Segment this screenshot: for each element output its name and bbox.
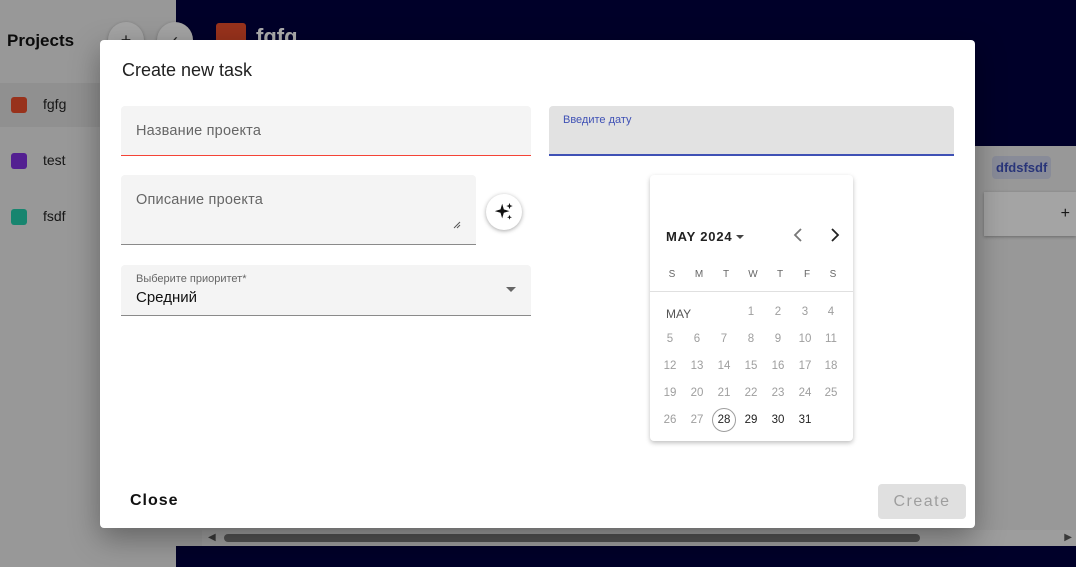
calendar-day: 21 [717,387,731,399]
ai-generate-button[interactable] [486,194,522,230]
task-name-field[interactable]: Название проекта [121,106,531,156]
create-task-dialog: Create new task Название проекта Описани… [100,40,975,528]
calendar-day: 1 [747,306,755,318]
task-name-placeholder: Название проекта [136,123,262,139]
calendar-day-today[interactable]: 28 [712,408,736,432]
weekday-label: M [694,269,704,280]
calendar-day: 13 [690,360,704,372]
calendar-day: 10 [798,333,812,345]
date-picker-calendar: MAY 2024 SMTWTFS MAY 1 2 3 4 5 6 7 8 9 10 11 12 13 14… [650,175,853,441]
calendar-day: 4 [827,306,835,318]
close-button[interactable]: Close [130,492,179,510]
calendar-day: 22 [744,387,758,399]
calendar-day: 6 [693,333,701,345]
calendar-day: 2 [774,306,782,318]
calendar-day: 19 [663,387,677,399]
date-input[interactable]: Введите дату [549,106,954,156]
calendar-divider [650,291,853,292]
dialog-title: Create new task [122,60,253,80]
calendar-day: 5 [666,333,674,345]
weekday-label: S [829,269,837,280]
calendar-day: 16 [771,360,785,372]
calendar-period-button[interactable]: MAY 2024 [666,229,732,244]
calendar-day: 17 [798,360,812,372]
calendar-day: 3 [801,306,809,318]
calendar-day: 15 [744,360,758,372]
task-description-placeholder: Описание проекта [136,192,264,208]
calendar-day[interactable]: 31 [793,408,817,432]
calendar-day: 18 [824,360,838,372]
priority-select[interactable]: Выберите приоритет* Средний [121,265,531,316]
weekday-label: W [748,269,758,280]
calendar-day: 25 [824,387,838,399]
dropdown-arrow-icon[interactable] [506,287,516,292]
calendar-day: 11 [825,333,837,345]
weekday-label: F [803,269,811,280]
calendar-day: 8 [747,333,755,345]
calendar-day: 23 [771,387,785,399]
weekday-label: T [722,269,730,280]
chevron-right-icon [831,228,840,242]
calendar-day: 12 [663,360,677,372]
next-month-button[interactable] [828,227,842,248]
resize-handle-icon[interactable] [453,221,461,231]
chevron-down-icon[interactable] [736,235,744,239]
sparkles-icon [494,202,513,220]
calendar-day[interactable]: 30 [766,408,790,432]
calendar-day: 9 [774,333,782,345]
task-description-field[interactable]: Описание проекта [121,175,476,245]
calendar-day[interactable]: 29 [739,408,763,432]
priority-label: Выберите приоритет* [136,273,247,285]
calendar-day: 24 [798,387,812,399]
priority-value: Средний [136,289,197,306]
create-button[interactable]: Create [878,484,966,519]
weekday-label: S [668,269,676,280]
previous-month-button[interactable] [791,227,805,248]
calendar-day: 27 [690,414,704,426]
weekday-label: T [776,269,784,280]
date-label: Введите дату [563,114,632,126]
chevron-left-icon [793,228,802,242]
calendar-month-label: MAY [666,307,692,321]
calendar-day: 26 [663,414,677,426]
calendar-day: 7 [720,333,728,345]
calendar-day: 20 [690,387,704,399]
calendar-day: 14 [717,360,731,372]
